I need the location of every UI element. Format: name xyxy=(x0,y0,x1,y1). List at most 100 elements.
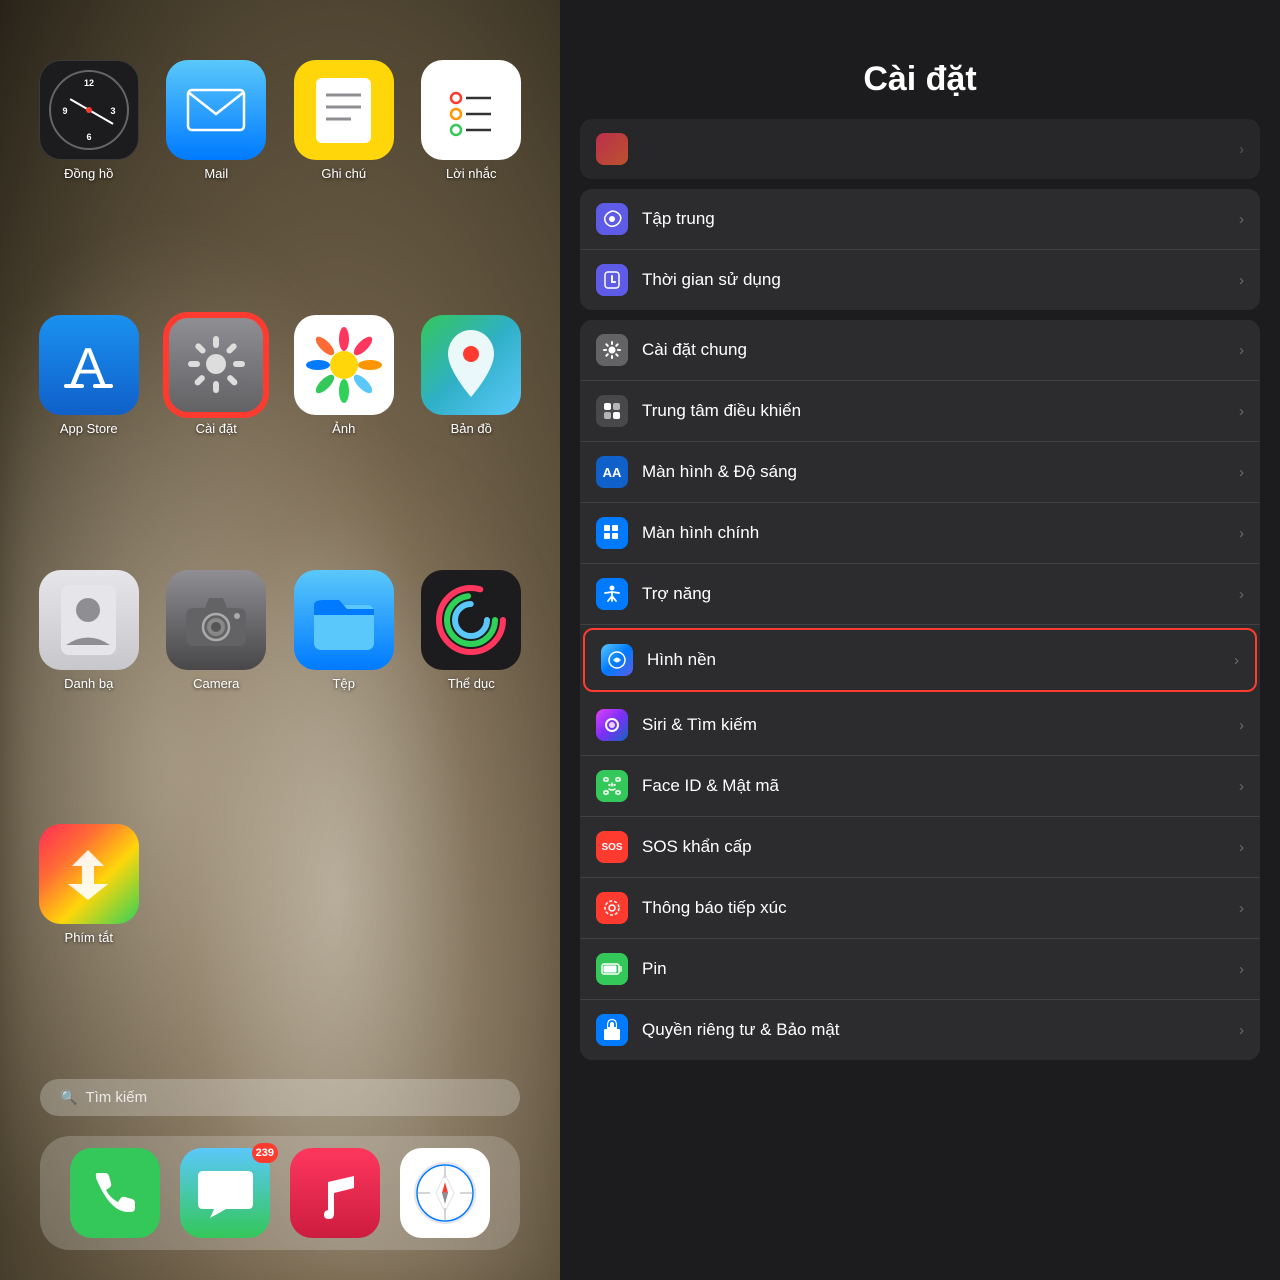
wallpaper-icon xyxy=(601,644,633,676)
files-label: Tệp xyxy=(333,676,355,691)
screentime-label: Thời gian sử dụng xyxy=(642,270,1231,290)
app-item-photos[interactable]: Ảnh xyxy=(285,315,403,550)
display-label: Màn hình & Độ sáng xyxy=(642,462,1231,482)
exposure-chevron: › xyxy=(1239,900,1244,917)
screentime-icon xyxy=(596,264,628,296)
dock-app-safari[interactable] xyxy=(400,1148,490,1238)
accessibility-icon xyxy=(596,578,628,610)
svg-text:3: 3 xyxy=(110,106,115,116)
settings-row-exposure[interactable]: Thông báo tiếp xúc › xyxy=(580,878,1260,939)
settings-label: Cài đặt xyxy=(196,421,237,436)
homescreen-label: Màn hình chính xyxy=(642,523,1231,543)
dock: 239 xyxy=(40,1136,520,1250)
settings-row-wallpaper[interactable]: Hình nền › xyxy=(583,628,1257,692)
settings-row-faceid[interactable]: Face ID & Mật mã › xyxy=(580,756,1260,817)
general-chevron: › xyxy=(1239,342,1244,359)
appstore-label: App Store xyxy=(60,421,118,436)
control-chevron: › xyxy=(1239,403,1244,420)
control-label: Trung tâm điều khiển xyxy=(642,401,1231,421)
settings-row-display[interactable]: AA Màn hình & Độ sáng › xyxy=(580,442,1260,503)
settings-panel: Cài đặt › Tập trung › T xyxy=(560,0,1280,1280)
phone-icon xyxy=(70,1148,160,1238)
settings-row-screentime[interactable]: Thời gian sử dụng › xyxy=(580,250,1260,310)
app-item-clock[interactable]: 12 3 6 9 Đồng hồ xyxy=(30,60,148,295)
settings-icon xyxy=(166,315,266,415)
dock-app-phone[interactable] xyxy=(70,1148,160,1238)
app-item-contacts[interactable]: Danh bạ xyxy=(30,570,148,805)
maps-icon xyxy=(421,315,521,415)
shortcuts-label: Phím tắt xyxy=(65,930,113,945)
appstore-icon: A xyxy=(39,315,139,415)
settings-row-homescreen[interactable]: Màn hình chính › xyxy=(580,503,1260,564)
display-chevron: › xyxy=(1239,464,1244,481)
app-grid: 12 3 6 9 Đồng hồ Mail xyxy=(30,60,530,1059)
svg-text:9: 9 xyxy=(62,106,67,116)
dock-area: 🔍 Tìm kiếm xyxy=(30,1059,530,1280)
fitness-icon xyxy=(421,570,521,670)
wallpaper-chevron: › xyxy=(1234,652,1239,669)
privacy-icon xyxy=(596,1014,628,1046)
settings-row-sos[interactable]: SOS SOS khẩn cấp › xyxy=(580,817,1260,878)
photos-label: Ảnh xyxy=(332,421,355,436)
app-item-notes[interactable]: Ghi chú xyxy=(285,60,403,295)
settings-row-general[interactable]: Cài đặt chung › xyxy=(580,320,1260,381)
app-item-camera[interactable]: Camera xyxy=(158,570,276,805)
search-bar[interactable]: 🔍 Tìm kiếm xyxy=(40,1079,520,1116)
messages-badge: 239 xyxy=(252,1143,278,1163)
reminders-icon xyxy=(421,60,521,160)
dock-app-music[interactable] xyxy=(290,1148,380,1238)
partial-chevron: › xyxy=(1239,141,1244,158)
settings-row-control[interactable]: Trung tâm điều khiển › xyxy=(580,381,1260,442)
sos-icon: SOS xyxy=(596,831,628,863)
app-item-reminders[interactable]: Lời nhắc xyxy=(413,60,531,295)
settings-header: Cài đặt xyxy=(560,0,1280,119)
safari-icon xyxy=(400,1148,490,1238)
notes-icon xyxy=(294,60,394,160)
general-icon xyxy=(596,334,628,366)
settings-row-focus[interactable]: Tập trung › xyxy=(580,189,1260,250)
app-item-files[interactable]: Tệp xyxy=(285,570,403,805)
music-icon xyxy=(290,1148,380,1238)
photos-icon xyxy=(294,315,394,415)
settings-row-accessibility[interactable]: Trợ năng › xyxy=(580,564,1260,625)
mail-icon xyxy=(166,60,266,160)
privacy-label: Quyền riêng tư & Bảo mật xyxy=(642,1020,1231,1040)
control-icon xyxy=(596,395,628,427)
svg-text:6: 6 xyxy=(86,132,91,142)
faceid-icon xyxy=(596,770,628,802)
settings-row-battery[interactable]: Pin › xyxy=(580,939,1260,1000)
focus-icon xyxy=(596,203,628,235)
settings-row-privacy[interactable]: Quyền riêng tư & Bảo mật › xyxy=(580,1000,1260,1060)
exposure-label: Thông báo tiếp xúc xyxy=(642,898,1231,918)
settings-row-siri[interactable]: Siri & Tìm kiếm › xyxy=(580,695,1260,756)
fitness-label: Thể dục xyxy=(448,676,495,691)
focus-label: Tập trung xyxy=(642,209,1231,229)
siri-label: Siri & Tìm kiếm xyxy=(642,715,1231,735)
search-icon: 🔍 xyxy=(60,1089,77,1106)
contacts-icon xyxy=(39,570,139,670)
app-item-fitness[interactable]: Thể dục xyxy=(413,570,531,805)
general-label: Cài đặt chung xyxy=(642,340,1231,360)
app-item-mail[interactable]: Mail xyxy=(158,60,276,295)
partial-row[interactable]: › xyxy=(580,119,1260,179)
settings-title: Cài đặt xyxy=(590,60,1250,99)
siri-icon xyxy=(596,709,628,741)
general-section: Cài đặt chung › Trung tâm điều khiển › xyxy=(580,320,1260,1060)
accessibility-chevron: › xyxy=(1239,586,1244,603)
display-icon: AA xyxy=(596,456,628,488)
app-item-shortcuts[interactable]: Phím tắt xyxy=(30,824,148,1059)
dock-app-messages[interactable]: 239 xyxy=(180,1148,270,1238)
files-icon xyxy=(294,570,394,670)
search-placeholder: Tìm kiếm xyxy=(85,1089,147,1106)
accessibility-label: Trợ năng xyxy=(642,584,1231,604)
app-item-maps[interactable]: Bản đồ xyxy=(413,315,531,550)
battery-chevron: › xyxy=(1239,961,1244,978)
exposure-icon xyxy=(596,892,628,924)
app-item-appstore[interactable]: A App Store xyxy=(30,315,148,550)
battery-icon xyxy=(596,953,628,985)
clock-label: Đồng hồ xyxy=(64,166,113,181)
shortcuts-icon xyxy=(39,824,139,924)
privacy-chevron: › xyxy=(1239,1022,1244,1039)
app-item-settings[interactable]: Cài đặt xyxy=(158,315,276,550)
mail-label: Mail xyxy=(204,166,228,181)
